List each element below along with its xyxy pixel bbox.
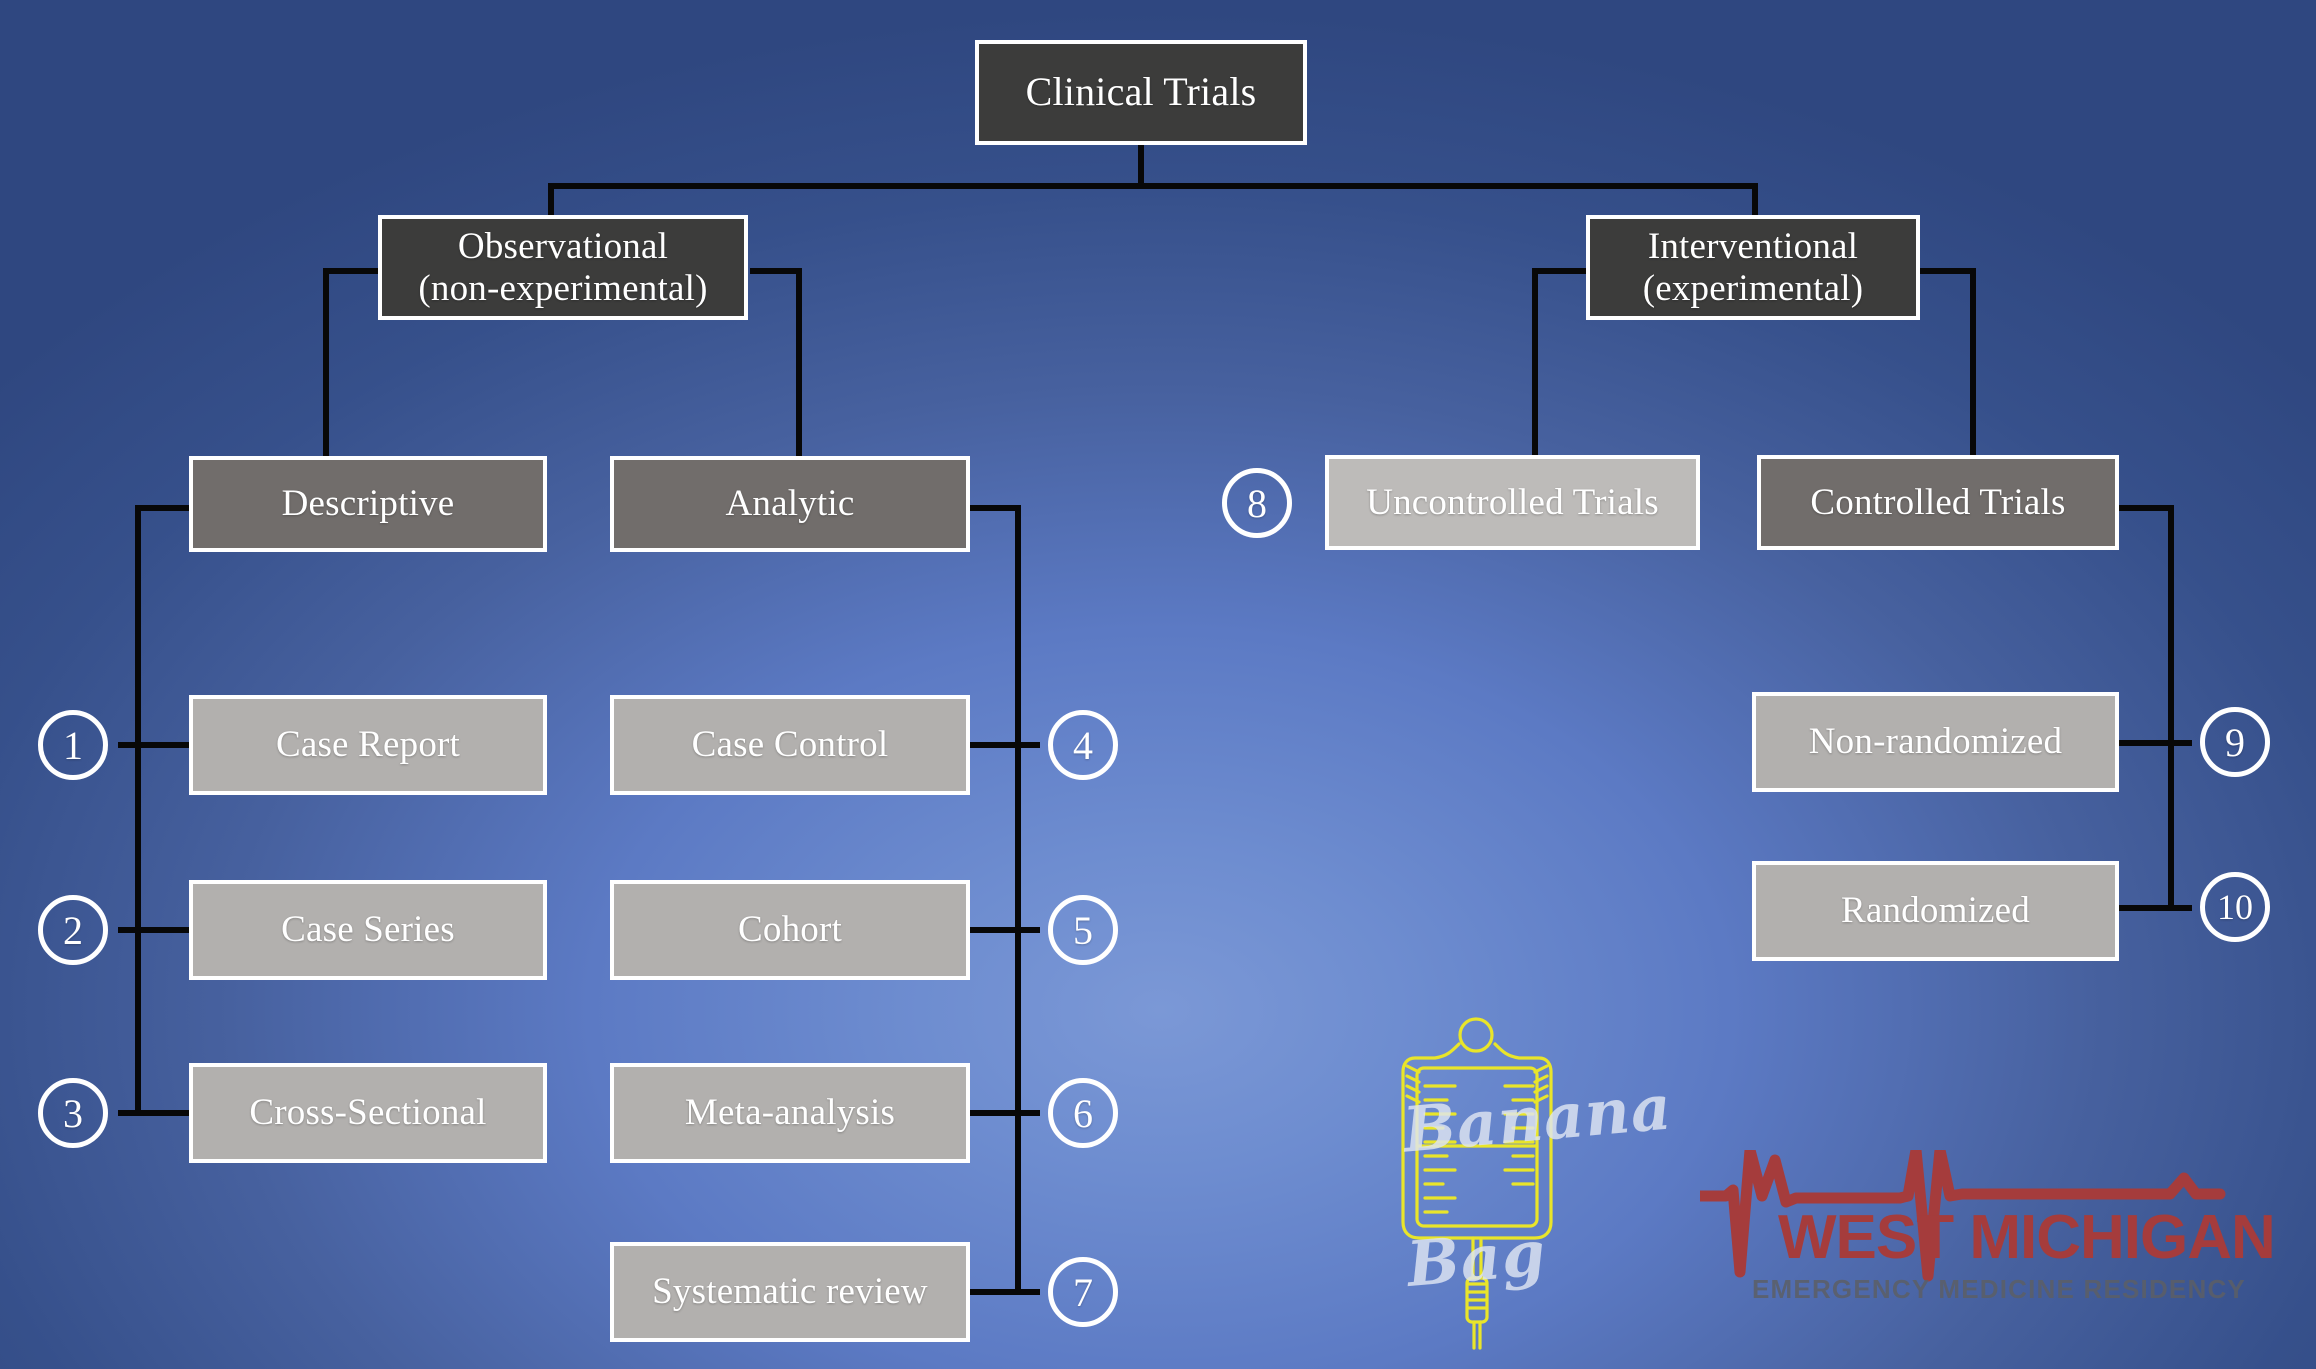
connector-observational-right-bar	[750, 268, 802, 274]
node-cross-sectional[interactable]: Cross-Sectional	[189, 1063, 547, 1163]
connector-interventional-left-drop	[1532, 268, 1538, 462]
node-label: Clinical Trials	[1025, 69, 1257, 115]
node-label: Analytic	[725, 483, 855, 525]
residency-title: WEST MICHIGAN	[1778, 1203, 2276, 1272]
connector-descriptive-stub-3	[135, 1110, 191, 1116]
connector-analytic-stub-4	[968, 742, 1021, 748]
node-label-line1: Observational	[457, 226, 669, 268]
node-controlled-trials[interactable]: Controlled Trials	[1757, 455, 2119, 550]
connector-number-2-stub	[118, 927, 138, 933]
connector-root-stem	[1138, 145, 1144, 187]
connector-interventional-left-bar	[1532, 268, 1586, 274]
node-label: Randomized	[1840, 890, 2030, 932]
connector-observational-right-drop	[796, 268, 802, 464]
number-badge-label: 9	[2225, 719, 2245, 765]
iv-bag-icon	[1401, 1017, 1553, 1350]
node-non-randomized[interactable]: Non-randomized	[1752, 692, 2119, 792]
banana-word-2: Bag	[1404, 1216, 1549, 1301]
ekg-line-icon	[1694, 1144, 2226, 1282]
number-badge-label: 5	[1073, 907, 1093, 953]
connector-number-10-stub	[2170, 905, 2192, 911]
number-badge-label: 6	[1073, 1090, 1093, 1136]
node-label: Uncontrolled Trials	[1366, 481, 1659, 523]
connector-descriptive-spine	[135, 505, 141, 1116]
node-label: Cohort	[738, 909, 842, 951]
node-label: Case Series	[281, 909, 455, 951]
node-label-line1: Interventional	[1647, 226, 1859, 268]
residency-subtitle: EMERGENCY MEDICINE RESIDENCY	[1752, 1274, 2246, 1304]
node-label: Controlled Trials	[1810, 481, 2066, 523]
number-badge-2: 2	[38, 895, 108, 965]
node-cohort[interactable]: Cohort	[610, 880, 970, 980]
number-badge-1: 1	[38, 710, 108, 780]
node-label-line2: (non-experimental)	[418, 267, 708, 309]
node-case-series[interactable]: Case Series	[189, 880, 547, 980]
node-label: Case Report	[275, 724, 461, 766]
residency-logo-watermark: WEST MICHIGAN EMERGENCY MEDICINE RESIDEN…	[1694, 1144, 2316, 1369]
node-case-report[interactable]: Case Report	[189, 695, 547, 795]
node-label: Meta-analysis	[684, 1092, 896, 1134]
node-label-line2: (experimental)	[1642, 267, 1864, 309]
node-clinical-trials[interactable]: Clinical Trials	[975, 40, 1307, 145]
connector-number-1-stub	[118, 742, 138, 748]
number-badge-label: 2	[63, 907, 83, 953]
banana-word-1: Banana	[1400, 1070, 1675, 1167]
number-badge-6: 6	[1048, 1078, 1118, 1148]
connector-analytic-stub-top	[968, 505, 1021, 511]
number-badge-label: 10	[2217, 887, 2253, 927]
connector-number-3-stub	[118, 1110, 138, 1116]
connector-controlled-spine	[2168, 505, 2174, 911]
connector-analytic-spine	[1015, 505, 1021, 1295]
connector-number-7-stub	[1018, 1289, 1040, 1295]
connector-observational-left-drop	[323, 268, 329, 464]
node-label: Systematic review	[652, 1271, 928, 1313]
connector-descriptive-stub-2	[135, 927, 191, 933]
connector-controlled-stub-9	[2118, 740, 2174, 746]
node-interventional[interactable]: Interventional (experimental)	[1586, 215, 1920, 320]
node-uncontrolled-trials[interactable]: Uncontrolled Trials	[1325, 455, 1700, 550]
node-systematic-review[interactable]: Systematic review	[610, 1242, 970, 1342]
connector-interventional-right-drop	[1970, 268, 1976, 462]
banana-bag-watermark: Banana Bag	[1355, 1000, 1755, 1369]
node-label: Cross-Sectional	[249, 1092, 487, 1134]
node-label: Case Control	[691, 724, 889, 766]
diagram-canvas: Clinical Trials Observational (non-exper…	[0, 0, 2316, 1369]
node-label: Descriptive	[281, 483, 455, 525]
number-badge-4: 4	[1048, 710, 1118, 780]
node-randomized[interactable]: Randomized	[1752, 861, 2119, 961]
number-badge-5: 5	[1048, 895, 1118, 965]
number-badge-label: 3	[63, 1090, 83, 1136]
number-badge-label: 1	[63, 722, 83, 768]
node-analytic[interactable]: Analytic	[610, 456, 970, 552]
connector-interventional-right-bar	[1920, 268, 1976, 274]
connector-number-6-stub	[1018, 1110, 1040, 1116]
connector-controlled-stub-top	[2118, 505, 2174, 511]
connector-analytic-stub-6	[968, 1110, 1021, 1116]
connector-observational-left-bar	[323, 268, 381, 274]
number-badge-label: 4	[1073, 722, 1093, 768]
number-badge-9: 9	[2200, 707, 2270, 777]
node-descriptive[interactable]: Descriptive	[189, 456, 547, 552]
number-badge-3: 3	[38, 1078, 108, 1148]
number-badge-10: 10	[2200, 872, 2270, 942]
connector-root-bar	[548, 183, 1758, 189]
connector-descriptive-stub-1	[135, 742, 191, 748]
connector-descriptive-stub-top	[135, 505, 191, 511]
connector-analytic-stub-7	[968, 1289, 1021, 1295]
node-meta-analysis[interactable]: Meta-analysis	[610, 1063, 970, 1163]
node-observational[interactable]: Observational (non-experimental)	[378, 215, 748, 320]
node-label: Non-randomized	[1808, 721, 2063, 763]
number-badge-label: 8	[1247, 480, 1267, 526]
connector-controlled-stub-10	[2118, 905, 2174, 911]
connector-number-9-stub	[2170, 740, 2192, 746]
number-badge-label: 7	[1073, 1269, 1093, 1315]
number-badge-8: 8	[1222, 468, 1292, 538]
node-case-control[interactable]: Case Control	[610, 695, 970, 795]
number-badge-7: 7	[1048, 1257, 1118, 1327]
connector-number-5-stub	[1018, 927, 1040, 933]
connector-analytic-stub-5	[968, 927, 1021, 933]
connector-number-4-stub	[1018, 742, 1040, 748]
